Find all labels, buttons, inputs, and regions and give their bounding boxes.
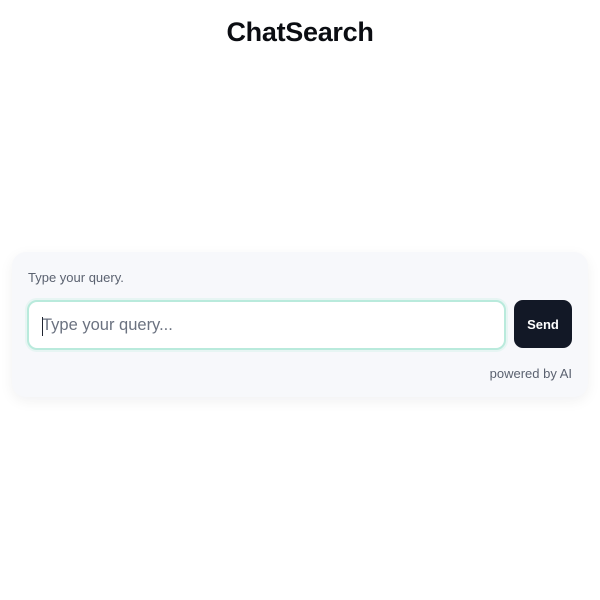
- query-card: Type your query. Send powered by AI: [12, 252, 588, 397]
- chat-search-page: ChatSearch Type your query. Send powered…: [0, 0, 600, 600]
- text-cursor: [42, 317, 43, 336]
- powered-by-text: powered by AI: [489, 366, 572, 381]
- query-label: Type your query.: [28, 270, 124, 285]
- app-title: ChatSearch: [226, 17, 374, 47]
- query-input-container: [27, 300, 506, 350]
- query-input[interactable]: [29, 302, 504, 348]
- send-button[interactable]: Send: [514, 300, 572, 348]
